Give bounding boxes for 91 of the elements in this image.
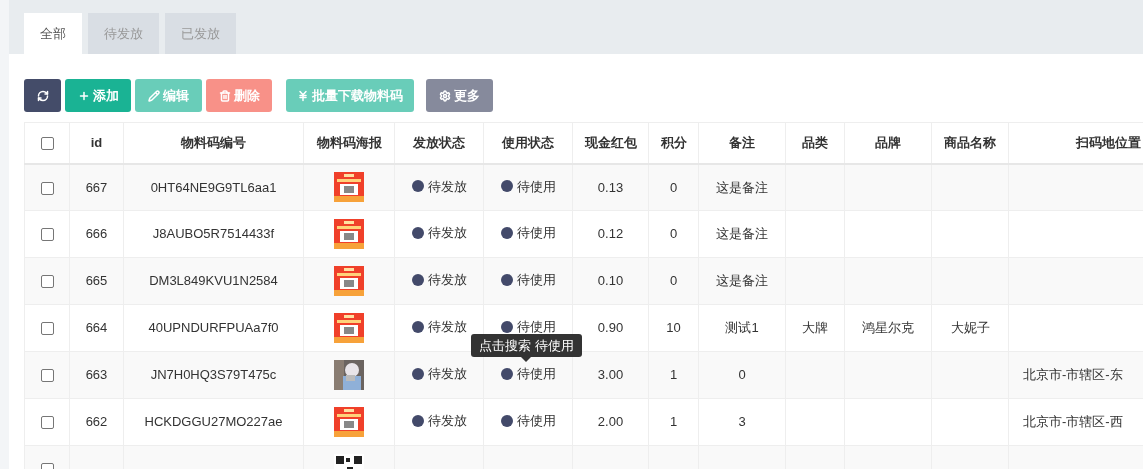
- refresh-icon: [36, 89, 49, 102]
- status-dot-icon: [411, 415, 424, 428]
- status-dot-icon: [500, 180, 513, 193]
- cash-cell: 2.00: [597, 414, 624, 430]
- status-dot-icon: [500, 368, 513, 381]
- code-cell: HCKDGGU27MO227ae: [144, 414, 283, 430]
- tab[interactable]: 全部: [24, 13, 82, 54]
- cash-cell: 0.12: [597, 226, 624, 242]
- column-header: 品牌: [875, 135, 901, 150]
- tab[interactable]: 已发放: [165, 13, 236, 54]
- row-checkbox[interactable]: [40, 275, 54, 289]
- status-dot-icon: [500, 274, 513, 287]
- column-header: 商品名称: [944, 135, 996, 150]
- cash-cell: 0.10: [597, 273, 624, 289]
- note-cell: 3: [738, 414, 746, 430]
- use-status: 待使用: [516, 177, 556, 196]
- row-checkbox[interactable]: [40, 228, 54, 242]
- row-checkbox[interactable]: [40, 322, 54, 336]
- status-dot-icon: [500, 321, 513, 334]
- issue-status: 待发放: [427, 318, 467, 337]
- brand-cell: 鸿星尔克: [862, 320, 914, 336]
- issue-status: 待发放: [427, 365, 467, 384]
- id-cell: 665: [85, 273, 108, 289]
- note-cell: 0: [738, 367, 746, 383]
- status-dot-icon: [411, 274, 424, 287]
- use-status: 待使用: [516, 224, 556, 243]
- id-cell: 662: [85, 414, 108, 430]
- yen-icon: [297, 89, 309, 102]
- column-header: 积分: [660, 135, 687, 150]
- more-button[interactable]: 更多: [426, 79, 493, 112]
- id-cell: 666: [85, 226, 108, 242]
- plus-icon: [77, 89, 90, 102]
- use-status: 待使用: [516, 318, 556, 337]
- id-cell: 663: [85, 367, 108, 383]
- cash-cell: 0.90: [597, 320, 624, 336]
- column-header: 物料码编号: [181, 135, 246, 150]
- status-dot-icon: [411, 180, 424, 193]
- column-header: id: [90, 135, 103, 150]
- status-dot-icon: [411, 321, 424, 334]
- row-checkbox[interactable]: [40, 137, 54, 151]
- settings-icon: [439, 89, 451, 102]
- id-cell: 667: [85, 179, 108, 195]
- row-checkbox[interactable]: [40, 369, 54, 383]
- product-cell: 大妮子: [950, 320, 990, 336]
- issue-status: 待发放: [427, 271, 467, 290]
- code-cell: JN7H0HQ3S79T475c: [150, 367, 277, 383]
- issue-status: 待发放: [427, 177, 467, 196]
- use-status: 待使用: [516, 271, 556, 290]
- row-checkbox[interactable]: [40, 416, 54, 430]
- location-cell: 北京市-市辖区-东: [1023, 367, 1123, 383]
- note-cell: 这是备注: [716, 226, 768, 242]
- note-cell: 测试1: [725, 320, 759, 336]
- points-cell: 0: [669, 226, 678, 242]
- code-cell: J8AUBO5R7514433f: [152, 226, 275, 242]
- points-cell: 1: [669, 367, 678, 383]
- row-checkbox[interactable]: [40, 181, 54, 195]
- note-cell: 这是备注: [716, 273, 768, 289]
- points-cell: 0: [669, 179, 678, 195]
- add-button[interactable]: 添加: [65, 79, 131, 112]
- use-status: 待使用: [516, 365, 556, 384]
- refresh-button[interactable]: [24, 79, 61, 112]
- column-header: 物料码海报: [316, 135, 382, 150]
- points-cell: 10: [666, 320, 681, 336]
- column-header: 现金红包: [584, 135, 637, 150]
- note-cell: 这是备注: [716, 179, 768, 195]
- column-header: 扫码地位置: [1076, 135, 1141, 150]
- issue-status: 待发放: [427, 412, 467, 431]
- cash-cell: 0.13: [597, 179, 624, 195]
- status-dot-icon: [411, 368, 424, 381]
- code-cell: 0HT64NE9G9TL6aa1: [150, 179, 277, 195]
- points-cell: 0: [669, 273, 678, 289]
- id-cell: 664: [85, 320, 108, 336]
- cash-cell: 3.00: [597, 367, 624, 383]
- status-dot-icon: [411, 227, 424, 240]
- pencil-icon: [148, 89, 160, 102]
- code-cell: 40UPNDURFPUAa7f0: [148, 320, 279, 336]
- column-header: 品类: [802, 135, 828, 150]
- status-dot-icon: [500, 415, 513, 428]
- category-cell: 大牌: [802, 320, 828, 336]
- issue-status: 待发放: [427, 224, 467, 243]
- status-dot-icon: [500, 227, 513, 240]
- trash-icon: [218, 89, 231, 102]
- location-cell: 北京市-市辖区-西: [1023, 414, 1123, 430]
- code-cell: DM3L849KVU1N2584: [149, 273, 278, 289]
- column-header: 发放状态: [413, 135, 465, 150]
- use-status: 待使用: [516, 412, 556, 431]
- points-cell: 1: [669, 414, 678, 430]
- column-header: 备注: [729, 135, 755, 150]
- column-header: 使用状态: [502, 135, 554, 150]
- tooltip: 点击搜索 待使用: [471, 334, 582, 362]
- tab[interactable]: 待发放: [88, 13, 159, 54]
